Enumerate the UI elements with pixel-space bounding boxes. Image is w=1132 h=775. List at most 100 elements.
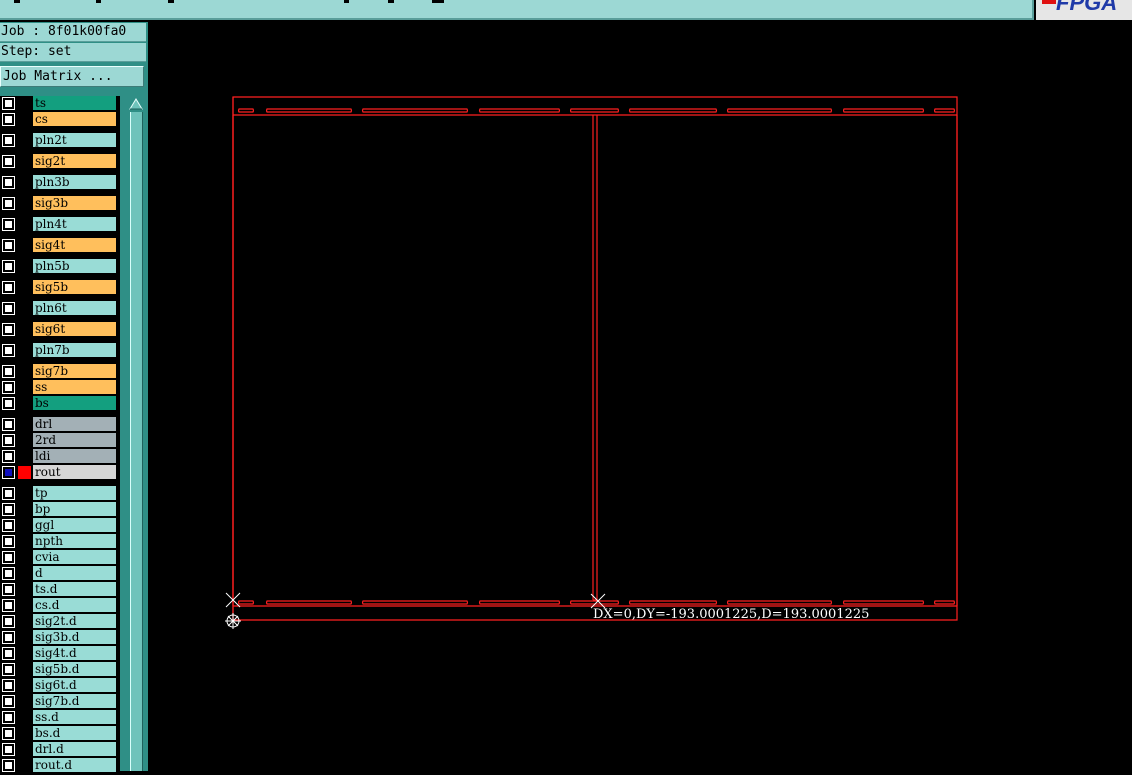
layer-row[interactable]: drl.d bbox=[0, 742, 118, 757]
layer-checkbox[interactable] bbox=[2, 743, 15, 756]
layer-checkbox[interactable] bbox=[2, 567, 15, 580]
layer-checkbox[interactable] bbox=[2, 97, 15, 110]
layer-name[interactable]: sig3b bbox=[33, 196, 116, 211]
layer-name[interactable]: ss.d bbox=[33, 710, 116, 725]
layer-checkbox[interactable] bbox=[2, 503, 15, 516]
layer-name[interactable]: sig6t bbox=[33, 322, 116, 337]
layer-name[interactable]: drl bbox=[33, 417, 116, 432]
layer-color-swatch[interactable] bbox=[18, 466, 31, 479]
layer-name[interactable]: pln5b bbox=[33, 259, 116, 274]
layer-name[interactable]: npth bbox=[33, 534, 116, 549]
layer-row[interactable]: d bbox=[0, 566, 118, 581]
layer-name[interactable]: ss bbox=[33, 380, 116, 395]
layer-row[interactable]: ss.d bbox=[0, 710, 118, 725]
layer-row[interactable]: sig5b.d bbox=[0, 662, 118, 677]
layer-checkbox[interactable] bbox=[2, 365, 15, 378]
layer-name[interactable]: ts bbox=[33, 96, 116, 111]
layer-name[interactable]: bs.d bbox=[33, 726, 116, 741]
layer-checkbox[interactable] bbox=[2, 535, 15, 548]
layer-name[interactable]: d bbox=[33, 566, 116, 581]
layer-name[interactable]: cs bbox=[33, 112, 116, 127]
layer-row[interactable]: bp bbox=[0, 502, 118, 517]
layer-row[interactable]: tp bbox=[0, 486, 118, 501]
layer-checkbox[interactable] bbox=[2, 759, 15, 772]
layer-name[interactable]: sig5b.d bbox=[33, 662, 116, 677]
layer-row[interactable]: drl bbox=[0, 417, 118, 432]
layer-checkbox[interactable] bbox=[2, 155, 15, 168]
layer-row[interactable]: ts.d bbox=[0, 582, 118, 597]
layer-name[interactable]: sig3b.d bbox=[33, 630, 116, 645]
layer-name[interactable]: sig5b bbox=[33, 280, 116, 295]
layer-checkbox[interactable] bbox=[2, 599, 15, 612]
layer-row[interactable]: pln2t bbox=[0, 133, 118, 148]
layer-row[interactable]: sig5b bbox=[0, 280, 118, 295]
layer-row[interactable]: sig7b.d bbox=[0, 694, 118, 709]
layer-row[interactable]: pln4t bbox=[0, 217, 118, 232]
layer-checkbox[interactable] bbox=[2, 727, 15, 740]
layer-checkbox[interactable] bbox=[2, 176, 15, 189]
layer-row[interactable]: rout bbox=[0, 465, 118, 480]
layer-name[interactable]: ts.d bbox=[33, 582, 116, 597]
layer-checkbox[interactable] bbox=[2, 631, 15, 644]
layer-name[interactable]: pln7b bbox=[33, 343, 116, 358]
layer-checkbox[interactable] bbox=[2, 647, 15, 660]
layer-checkbox[interactable] bbox=[2, 663, 15, 676]
layer-row[interactable]: sig7b bbox=[0, 364, 118, 379]
layer-name[interactable]: bs bbox=[33, 396, 116, 411]
layer-name[interactable]: sig2t bbox=[33, 154, 116, 169]
layer-name[interactable]: ldi bbox=[33, 449, 116, 464]
layer-name[interactable]: sig7b.d bbox=[33, 694, 116, 709]
layer-checkbox[interactable] bbox=[2, 450, 15, 463]
scroll-up-arrow-icon[interactable] bbox=[129, 98, 143, 110]
layer-checkbox[interactable] bbox=[2, 695, 15, 708]
layer-name[interactable]: cs.d bbox=[33, 598, 116, 613]
layer-checkbox[interactable] bbox=[2, 218, 15, 231]
layer-row[interactable]: sig6t bbox=[0, 322, 118, 337]
layer-row[interactable]: sig6t.d bbox=[0, 678, 118, 693]
layer-row[interactable]: 2rd bbox=[0, 433, 118, 448]
layer-name[interactable]: pln4t bbox=[33, 217, 116, 232]
layer-checkbox[interactable] bbox=[2, 302, 15, 315]
layer-row[interactable]: npth bbox=[0, 534, 118, 549]
layer-row[interactable]: pln5b bbox=[0, 259, 118, 274]
layer-row[interactable]: pln3b bbox=[0, 175, 118, 190]
layer-checkbox[interactable] bbox=[2, 418, 15, 431]
layer-row[interactable]: cs bbox=[0, 112, 118, 127]
layer-row[interactable]: pln7b bbox=[0, 343, 118, 358]
layer-checkbox[interactable] bbox=[2, 487, 15, 500]
layer-checkbox[interactable] bbox=[2, 434, 15, 447]
layer-name[interactable]: sig4t.d bbox=[33, 646, 116, 661]
layer-name[interactable]: ggl bbox=[33, 518, 116, 533]
layer-row[interactable]: ldi bbox=[0, 449, 118, 464]
layer-checkbox[interactable] bbox=[2, 679, 15, 692]
board-drawing[interactable] bbox=[148, 22, 1132, 771]
layer-row[interactable]: sig3b.d bbox=[0, 630, 118, 645]
layer-checkbox[interactable] bbox=[2, 583, 15, 596]
layer-row[interactable]: cvia bbox=[0, 550, 118, 565]
layer-name[interactable]: tp bbox=[33, 486, 116, 501]
layer-checkbox[interactable] bbox=[2, 197, 15, 210]
layer-name[interactable]: sig6t.d bbox=[33, 678, 116, 693]
layer-name[interactable]: sig4t bbox=[33, 238, 116, 253]
layer-checkbox[interactable] bbox=[2, 323, 15, 336]
layer-name[interactable]: 2rd bbox=[33, 433, 116, 448]
layer-row[interactable]: sig2t bbox=[0, 154, 118, 169]
layer-checkbox[interactable] bbox=[2, 281, 15, 294]
layer-row[interactable]: pln6t bbox=[0, 301, 118, 316]
layer-name[interactable]: pln3b bbox=[33, 175, 116, 190]
layer-name[interactable]: sig2t.d bbox=[33, 614, 116, 629]
graphic-canvas[interactable]: DX=0,DY=-193.0001225,D=193.0001225 bbox=[148, 22, 1132, 771]
layer-checkbox[interactable] bbox=[2, 551, 15, 564]
layer-row[interactable]: ggl bbox=[0, 518, 118, 533]
layer-checkbox[interactable] bbox=[2, 711, 15, 724]
layer-checkbox[interactable] bbox=[2, 134, 15, 147]
scroll-thumb[interactable] bbox=[130, 112, 143, 771]
layer-name[interactable]: pln6t bbox=[33, 301, 116, 316]
layer-name[interactable]: bp bbox=[33, 502, 116, 517]
layer-checkbox[interactable] bbox=[2, 260, 15, 273]
layer-checkbox[interactable] bbox=[2, 381, 15, 394]
layer-row[interactable]: sig4t.d bbox=[0, 646, 118, 661]
layer-checkbox[interactable] bbox=[2, 344, 15, 357]
layer-checkbox[interactable] bbox=[2, 239, 15, 252]
layer-row[interactable]: bs bbox=[0, 396, 118, 411]
